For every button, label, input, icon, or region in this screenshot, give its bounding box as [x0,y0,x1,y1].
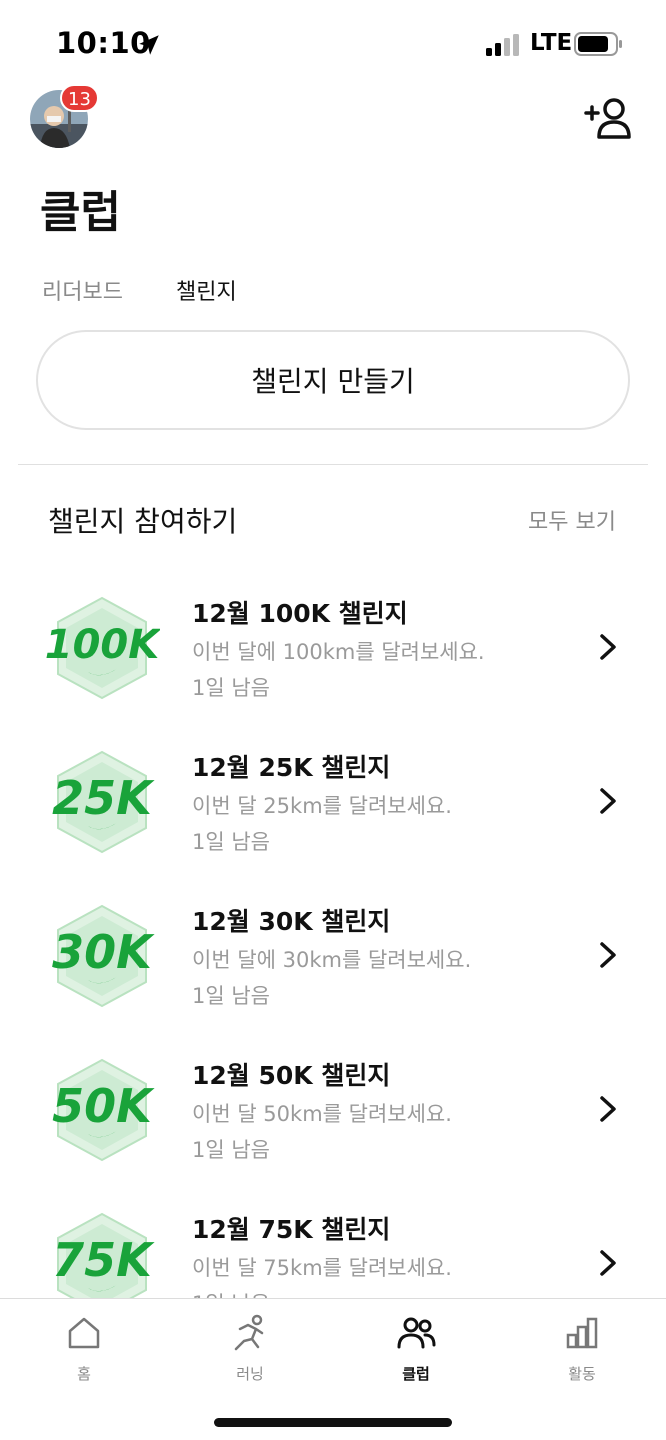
section-title: 챌린지 참여하기 [48,505,238,538]
nav-club-label: 클럽 [402,1365,430,1383]
page-title: 클럽 [40,187,121,238]
challenge-title: 12월 25K 챌린지 [192,753,391,782]
challenge-remaining: 1일 남음 [192,676,270,700]
challenge-item[interactable]: 50K 12월 50K 챌린지 이번 달 50km를 달려보세요. 1일 남음 [0,1032,666,1186]
challenge-title: 12월 100K 챌린지 [192,599,408,628]
network-label: LTE [530,30,573,56]
club-icon [397,1317,436,1349]
section-divider [18,464,648,465]
challenge-item[interactable]: 25K 12월 25K 챌린지 이번 달 25km를 달려보세요. 1일 남음 [0,724,666,878]
nav-home[interactable]: 홈 [24,1313,144,1384]
challenge-medal-icon: 30K [52,904,155,1008]
chevron-right-icon [600,1096,616,1122]
challenge-description: 이번 달에 30km를 달려보세요. [192,948,472,972]
location-arrow-icon [139,35,159,55]
medal-text: 50K [52,1079,155,1133]
medal-text: 100K [45,622,160,668]
home-icon [68,1317,100,1349]
nav-activity[interactable]: 활동 [522,1313,642,1384]
challenge-description: 이번 달 75km를 달려보세요. [192,1256,452,1280]
chevron-right-icon [600,942,616,968]
challenge-remaining: 1일 남음 [192,984,270,1008]
challenge-medal-icon: 75K [52,1212,155,1298]
challenge-description: 이번 달 25km를 달려보세요. [192,794,452,818]
medal-text: 30K [52,925,155,979]
challenge-title: 12월 30K 챌린지 [192,907,391,936]
challenge-medal-icon: 100K [45,596,160,700]
challenge-item[interactable]: 75K 12월 75K 챌린지 이번 달 75km를 달려보세요. 1일 남음 [0,1186,666,1298]
challenge-title: 12월 75K 챌린지 [192,1215,391,1244]
challenge-medal-icon: 50K [52,1058,155,1162]
challenge-list: 100K 12월 100K 챌린지 이번 달에 100km를 달려보세요. 1일… [0,570,666,1298]
activity-icon [566,1317,598,1349]
challenge-item[interactable]: 100K 12월 100K 챌린지 이번 달에 100km를 달려보세요. 1일… [0,570,666,724]
add-friend-icon[interactable] [584,96,634,140]
create-challenge-button[interactable]: 챌린지 만들기 [36,330,630,430]
challenge-description: 이번 달 50km를 달려보세요. [192,1102,452,1126]
challenge-remaining: 1일 남음 [192,1138,270,1162]
signal-icon [486,34,519,56]
nav-activity-label: 활동 [568,1365,596,1383]
challenge-description: 이번 달에 100km를 달려보세요. [192,640,485,664]
challenge-remaining: 1일 남음 [192,1288,270,1298]
challenge-item[interactable]: 30K 12월 30K 챌린지 이번 달에 30km를 달려보세요. 1일 남음 [0,878,666,1032]
chevron-right-icon [600,788,616,814]
tab-challenge[interactable]: 챌린지 [176,274,237,306]
challenge-remaining: 1일 남음 [192,830,270,854]
chevron-right-icon [600,634,616,660]
nav-club[interactable]: 클럽 [356,1313,476,1384]
tab-leaderboard[interactable]: 리더보드 [42,274,123,306]
medal-text: 25K [52,771,155,825]
battery-icon [574,32,622,56]
nav-home-label: 홈 [77,1365,91,1383]
view-all-link[interactable]: 모두 보기 [528,504,616,536]
medal-text: 75K [52,1233,155,1287]
challenge-title: 12월 50K 챌린지 [192,1061,391,1090]
challenge-medal-icon: 25K [52,750,155,854]
nav-running-label: 러닝 [236,1365,264,1383]
nav-running[interactable]: 러닝 [190,1313,310,1384]
home-indicator [214,1418,452,1427]
chevron-right-icon [600,1250,616,1276]
runner-icon [234,1314,264,1351]
notification-badge: 13 [60,84,99,112]
status-bar: 10:10 LTE [0,0,666,90]
